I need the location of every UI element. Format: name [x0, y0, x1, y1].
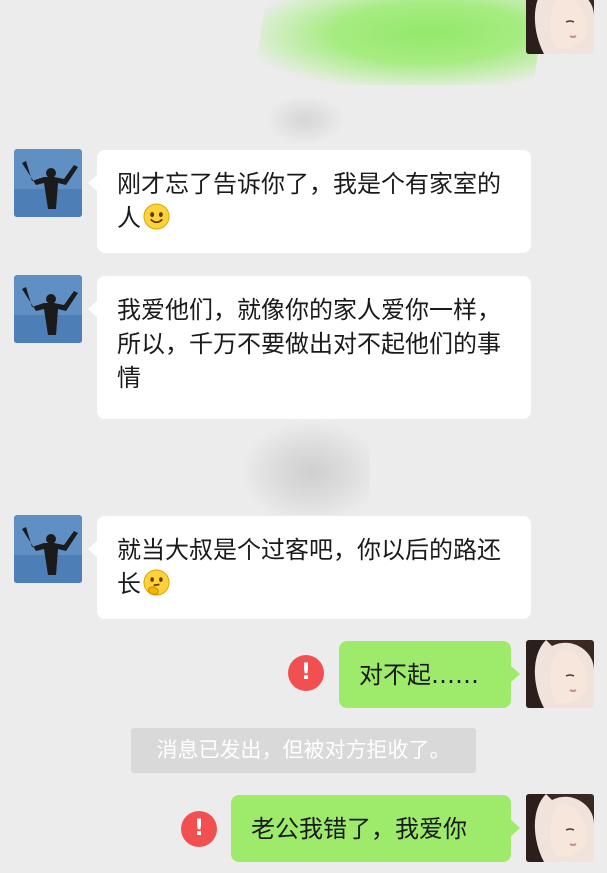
avatar-contact[interactable] — [14, 515, 82, 583]
message-text: 就当大叔是个过客吧，你以后的路还长 — [117, 536, 501, 598]
message-bubble[interactable]: 我爱他们，就像你的家人爱你一样，所以，千万不要做出对不起他们的事情 — [88, 276, 531, 419]
message-text: 刚才忘了告诉你了，我是个有家室的人 — [117, 170, 501, 232]
avatar-contact[interactable] — [14, 275, 82, 343]
message-text: 我爱他们，就像你的家人爱你一样，所以，千万不要做出对不起他们的事情 — [117, 296, 501, 392]
message-bubble-self[interactable]: 对不起…… — [339, 641, 520, 708]
avatar-contact[interactable] — [14, 149, 82, 217]
thinking-emoji-icon — [143, 569, 170, 596]
scribble-overlay — [253, 0, 547, 85]
send-failed-icon[interactable]: ! — [288, 655, 324, 691]
message-bubble[interactable]: 就当大叔是个过客吧，你以后的路还长 — [88, 516, 531, 619]
scribble-overlay — [240, 420, 370, 515]
system-notice: 消息已发出，但被对方拒收了。 — [131, 728, 476, 773]
message-bubble[interactable]: 刚才忘了告诉你了，我是个有家室的人 — [88, 150, 531, 253]
smile-emoji-icon — [143, 203, 170, 230]
avatar-self[interactable] — [526, 794, 594, 862]
message-text: 老公我错了，我爱你 — [251, 815, 467, 843]
avatar-self[interactable] — [526, 640, 594, 708]
send-failed-icon[interactable]: ! — [181, 811, 217, 847]
avatar-self[interactable] — [526, 0, 594, 54]
scribble-overlay — [265, 95, 345, 145]
message-bubble-self[interactable]: 老公我错了，我爱你 — [231, 795, 520, 862]
message-text: 对不起…… — [359, 661, 479, 689]
